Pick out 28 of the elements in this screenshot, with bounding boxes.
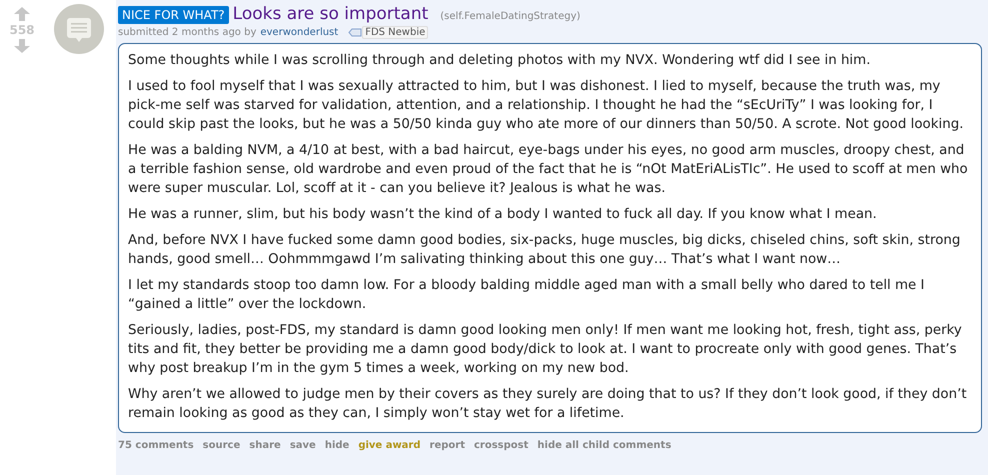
post-paragraph: I used to fool myself that I was sexually attracted to him, but I was dishonest. I lied to myself, because the truth was, my pick-me self was starved for validation, attention, and a relationship. I thought he had the “sEcUriTy” I was looking for, I could skip past the looks, but he was a 50/50 kinda guy who ate more of our dinners than 50/50. A scrote. Not good looking.	[128, 78, 964, 134]
tag-icon	[348, 28, 362, 37]
post-action-link[interactable]: report	[430, 440, 465, 451]
post-paragraph: Seriously, ladies, post-FDS, my standard is damn good looking men only! If men want me looking hot, fresh, tight ass, perky tits and fit, they better be providing me a damn good body/dick to look at. I want to procreate only with good genes. That’s why post breakup I’m in the gym 5 times a week, working on my new bod.	[128, 322, 963, 378]
text-post-thumbnail-icon[interactable]	[54, 4, 104, 54]
post-paragraph: He was a balding NVM, a 4/10 at best, with a bad haircut, eye-bags under his eyes, no good arm muscles, droopy chest, and a terrible fashion sense, old wardrobe and even proud of the fact that he is “nOt MatEriALisTIc”. He used to scoff at men who were super muscular. Lol, scoff at it - can you believe it? Jealous is what he was.	[128, 142, 969, 198]
post-action-link[interactable]: source	[202, 440, 240, 451]
post-paragraph: Why aren’t we allowed to judge men by their covers as they surely are doing that to us? If they don’t look good, if they don’t remain looking as good as they can, I simply won’t stay wet for a lifetime.	[128, 386, 968, 423]
post-domain[interactable]: (self.FemaleDatingStrategy)	[440, 11, 580, 22]
post-action-link[interactable]: save	[290, 440, 316, 451]
submitted-text: submitted 2 months ago by	[118, 27, 256, 38]
give-award-link[interactable]: give award	[358, 440, 421, 451]
post-paragraph: I let my standards stoop too damn low. For a bloody balding middle aged man with a small belly who dared to tell me I “gained a little” over the lockdown.	[128, 277, 926, 314]
user-flair: FDS Newbie	[362, 26, 428, 39]
upvote-arrow-icon[interactable]	[14, 7, 30, 21]
post-paragraph: And, before NVX I have fucked some damn good bodies, six-packs, huge muscles, big dicks, chiseled chins, soft skin, strong hands, good smell… Oohmmmgawd I’m salivating thinking about this one guy… That’s what I want now…	[128, 232, 962, 269]
post-paragraph: He was a runner, slim, but his body wasn’t the kind of a body I wanted to fuck all day. If you know what I mean.	[128, 206, 878, 224]
post-flair[interactable]: NICE FOR WHAT?	[118, 6, 229, 24]
post-paragraph: Some thoughts while I was scrolling through and deleting photos with my NVX. Wondering wtf did I see in him.	[128, 52, 872, 70]
post-action-link[interactable]: share	[249, 440, 281, 451]
post-action-link[interactable]: hide all child comments	[537, 440, 672, 451]
vote-score: 558	[9, 23, 35, 37]
post-title[interactable]: Looks are so important	[232, 4, 428, 24]
post-action-link[interactable]: hide	[324, 440, 350, 451]
post-action-link[interactable]: crosspost	[474, 440, 528, 451]
downvote-arrow-icon[interactable]	[14, 39, 30, 53]
author-link[interactable]: everwonderlust	[260, 27, 338, 38]
post-action-link[interactable]: 75 comments	[118, 440, 194, 451]
